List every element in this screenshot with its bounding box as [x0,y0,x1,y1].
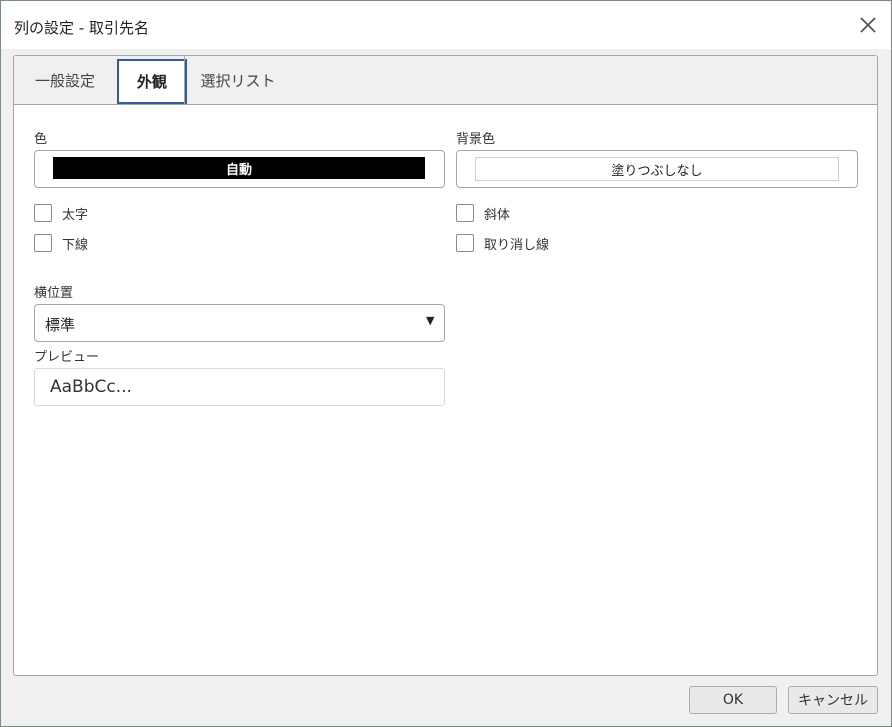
strikethrough-checkbox[interactable] [456,234,474,252]
text-color-swatch: 自動 [53,157,425,179]
dialog-title: 列の設定 - 取引先名 [14,19,149,37]
preview-box: AaBbCc... [34,368,445,406]
tab-panel: 一般設定 外観 選択リスト 色 自動 背景色 塗りつぶしなし 太字 下線 斜体 … [13,55,878,676]
tab-divider [184,56,185,104]
underline-label: 下線 [62,238,89,253]
ok-button[interactable]: OK [689,686,777,714]
tab-picklist[interactable]: 選択リスト [186,56,290,104]
color-label: 色 [34,132,48,147]
bold-label: 太字 [62,208,89,223]
tab-general[interactable]: 一般設定 [14,56,116,104]
chevron-down-icon: ▼ [426,314,435,327]
bold-checkbox[interactable] [34,204,52,222]
underline-checkbox[interactable] [34,234,52,252]
tab-bar: 一般設定 外観 選択リスト [14,56,877,105]
strikethrough-label: 取り消し線 [484,238,550,253]
background-color-picker[interactable]: 塗りつぶしなし [456,150,858,188]
preview-text: AaBbCc... [50,377,132,397]
alignment-select[interactable]: 標準 ▼ [34,304,445,342]
italic-checkbox[interactable] [456,204,474,222]
italic-label: 斜体 [484,208,511,223]
background-color-swatch: 塗りつぶしなし [475,157,839,181]
preview-label: プレビュー [34,350,100,365]
title-bar: 列の設定 - 取引先名 [1,1,891,49]
cancel-button[interactable]: キャンセル [788,686,878,714]
alignment-label: 横位置 [34,286,74,301]
close-icon[interactable] [857,14,879,36]
alignment-value: 標準 [45,316,76,334]
column-settings-dialog: 列の設定 - 取引先名 一般設定 外観 選択リスト 色 自動 背景色 塗りつぶし… [0,0,892,727]
background-color-label: 背景色 [456,132,496,147]
text-color-picker[interactable]: 自動 [34,150,445,188]
tab-appearance[interactable]: 外観 [117,59,187,104]
